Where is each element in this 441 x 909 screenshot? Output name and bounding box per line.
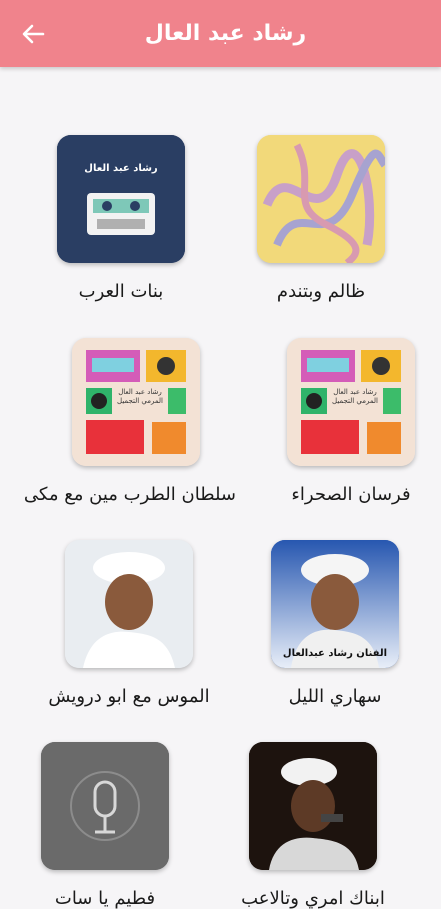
song-cover-image: [257, 135, 385, 263]
song-cover-image: الفنان رشاد عبدالعال: [271, 540, 399, 668]
song-cover-image: رشاد عبد العال: [57, 135, 185, 263]
song-title: فطيم يا سات: [54, 888, 156, 909]
song-title: سلطان الطرب مين مع مكى: [23, 484, 236, 505]
song-cover-image: [41, 742, 169, 870]
song-title: الموس مع ابو درويش: [48, 686, 210, 707]
songs-grid: ظالم وبتندم رشاد عبد العال بنات العرب رش…: [0, 0, 441, 909]
cover-text: رشاد عبد العال المرمي التجميل: [117, 388, 163, 405]
song-title: ابناك امري وتالاعب: [241, 888, 385, 909]
song-title: سهاري الليل: [288, 686, 382, 707]
song-title: ظالم وبتندم: [276, 281, 366, 302]
microphone-icon: [41, 742, 169, 870]
song-cover-image: رشاد عبد العال المرمي التجميل: [287, 338, 415, 466]
cover-text: رشاد عبد العال: [84, 163, 158, 174]
cover-text: الفنان رشاد عبدالعال: [282, 648, 388, 659]
song-cover-image: رشاد عبد العال المرمي التجميل: [72, 338, 200, 466]
song-title: بنات العرب: [78, 281, 164, 302]
song-cover-image: [65, 540, 193, 668]
song-cover-image: [249, 742, 377, 870]
cover-text: رشاد عبد العال المرمي التجميل: [332, 388, 378, 405]
song-title: فرسان الصحراء: [291, 484, 411, 505]
